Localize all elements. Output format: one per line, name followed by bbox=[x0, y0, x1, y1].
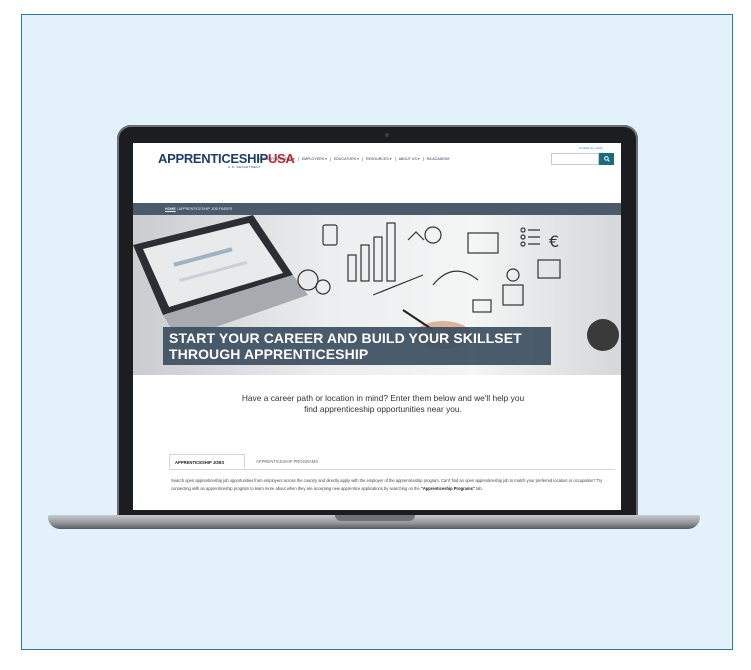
search-input[interactable] bbox=[551, 153, 599, 165]
tab-description: Search open apprenticeship job opportuni… bbox=[171, 477, 617, 493]
search-tabs: APPRENTICESHIP JOBS APPRENTICESHIP PROGR… bbox=[169, 449, 615, 470]
utility-links[interactable]: Contact Us | Help bbox=[579, 146, 602, 150]
nav-educators[interactable]: EDUCATORS ▾ bbox=[334, 157, 363, 161]
hero-headline-line1: START YOUR CAREER AND BUILD YOUR SKILLSE… bbox=[169, 330, 522, 346]
site-header: APPRENTICESHIPUSA U.S. DEPARTMENT Contac… bbox=[133, 143, 621, 183]
tab-apprenticeship-jobs[interactable]: APPRENTICESHIP JOBS bbox=[169, 454, 245, 469]
main-nav: CAREER SEEKERS ▾ EMPLOYERS ▾ EDUCATORS ▾… bbox=[259, 157, 453, 161]
nav-career-seekers[interactable]: CAREER SEEKERS ▾ bbox=[259, 157, 299, 161]
search-icon bbox=[603, 156, 610, 162]
breadcrumb-home-link[interactable]: HOME bbox=[165, 207, 176, 211]
breadcrumb-current: / APPRENTICESHIP JOB FINDER bbox=[176, 207, 233, 211]
hero-headline-line2: THROUGH APPRENTICESHIP bbox=[169, 346, 369, 362]
hero-image: € START YOUR CAREER AND BUILD YOUR SKILL… bbox=[133, 215, 621, 375]
intro-line2: find apprenticeship opportunities near y… bbox=[304, 404, 462, 414]
logo-subtitle: U.S. DEPARTMENT bbox=[228, 165, 262, 169]
intro-line1: Have a career path or location in mind? … bbox=[241, 393, 525, 403]
svg-text:€: € bbox=[549, 232, 559, 251]
intro-text: Have a career path or location in mind? … bbox=[193, 393, 573, 415]
webcam bbox=[385, 133, 389, 137]
breadcrumb: HOME / APPRENTICESHIP JOB FINDER bbox=[133, 203, 621, 215]
description-tail: tab. bbox=[474, 486, 483, 491]
search-button[interactable] bbox=[599, 153, 614, 165]
description-bold: "Apprenticeship Programs" bbox=[420, 486, 475, 491]
nav-about-us[interactable]: ABOUT US ▾ bbox=[399, 157, 424, 161]
tab-apprenticeship-programs[interactable]: APPRENTICESHIP PROGRAMS bbox=[251, 454, 323, 469]
laptop-notch bbox=[335, 515, 415, 521]
nav-resources[interactable]: RESOURCES ▾ bbox=[366, 157, 396, 161]
logo-main-text: APPRENTICESHIP bbox=[158, 151, 268, 166]
nav-employers[interactable]: EMPLOYERS ▾ bbox=[302, 157, 331, 161]
nav-ra-academy[interactable]: RA ACADEMY bbox=[427, 157, 453, 161]
laptop-screen: APPRENTICESHIPUSA U.S. DEPARTMENT Contac… bbox=[133, 143, 621, 510]
description-text: Search open apprenticeship job opportuni… bbox=[171, 478, 603, 491]
